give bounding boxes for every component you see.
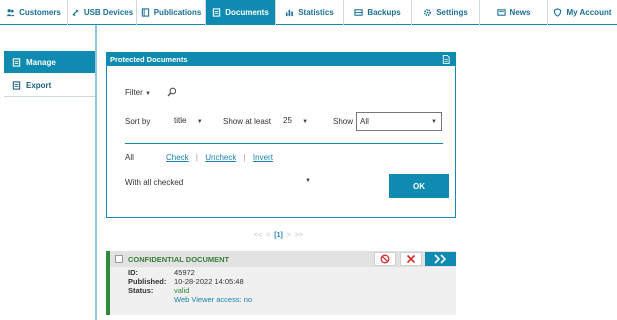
link-separator: |	[195, 153, 198, 162]
pager: << < [1] > >>	[254, 232, 303, 239]
pager-next[interactable]: >	[287, 232, 291, 239]
id-label: ID:	[128, 268, 138, 277]
pager-last[interactable]: >>	[295, 232, 303, 239]
chevron-down-icon: ▼	[431, 118, 437, 125]
tab-label: Customers	[19, 8, 61, 17]
pager-current[interactable]: [1]	[274, 232, 283, 239]
search-button[interactable]	[167, 87, 177, 99]
document-card-header: CONFIDENTIAL DOCUMENT	[110, 251, 456, 267]
usb-icon	[72, 9, 79, 17]
sidebar-item-label: Manage	[26, 57, 56, 67]
double-chevron-right-icon	[433, 254, 446, 264]
block-icon	[380, 254, 390, 264]
status-value: valid	[174, 286, 190, 295]
panel-title: Protected Documents	[110, 55, 188, 64]
show-value: All	[360, 117, 369, 126]
chevron-down-icon: ▼	[302, 119, 309, 125]
sort-by-value: title	[174, 116, 187, 125]
document-checkbox[interactable]	[115, 255, 123, 263]
tab-settings[interactable]: Settings	[412, 0, 480, 25]
search-icon	[167, 87, 177, 97]
tab-statistics[interactable]: Statistics	[276, 0, 344, 25]
tab-label: Statistics	[298, 8, 334, 17]
gear-icon	[424, 8, 432, 17]
tab-usb-devices[interactable]: USB Devices	[68, 0, 137, 25]
open-document-button[interactable]	[425, 252, 456, 266]
bar-chart-icon	[286, 9, 294, 17]
document-icon	[442, 55, 450, 64]
selection-links: Check | Uncheck | Invert	[166, 153, 273, 162]
divider	[125, 143, 443, 144]
show-at-least-select[interactable]: 25 ▼	[283, 116, 308, 125]
ok-button[interactable]: OK	[389, 174, 449, 198]
bulk-action-value: With all checked	[125, 178, 184, 187]
tab-label: News	[509, 8, 531, 17]
check-link[interactable]: Check	[166, 153, 189, 162]
chevron-down-icon: ▼	[196, 119, 203, 125]
tab-label: USB Devices	[83, 8, 134, 17]
close-icon	[406, 254, 416, 264]
chevron-down-icon: ▼	[145, 91, 151, 97]
filter-label: Filter	[125, 88, 143, 97]
sidebar-item-export[interactable]: Export	[4, 75, 95, 97]
bulk-action-select[interactable]: With all checked ▼	[125, 178, 311, 187]
show-at-least-value: 25	[283, 116, 292, 125]
panel-header: Protected Documents	[107, 53, 455, 66]
sort-by-label: Sort by	[125, 117, 151, 126]
suspend-button[interactable]	[374, 252, 396, 266]
chevron-down-icon: ▼	[305, 178, 311, 184]
top-navigation: Customers USB Devices Publications Docum…	[0, 0, 617, 25]
tab-label: Documents	[225, 8, 269, 17]
tab-label: Settings	[436, 8, 468, 17]
shield-icon	[554, 8, 562, 17]
show-at-least-label: Show at least	[223, 117, 272, 126]
document-published-row: Published: 10-28-2022 14:05:48	[128, 277, 244, 286]
manage-document-icon	[12, 57, 21, 67]
sidebar: Manage Export	[0, 25, 97, 320]
show-select[interactable]: All ▼	[356, 112, 442, 131]
tab-my-account[interactable]: My Account	[548, 0, 617, 25]
id-value: 45972	[174, 268, 195, 277]
published-value: 10-28-2022 14:05:48	[174, 277, 244, 286]
backup-icon	[354, 9, 363, 16]
tab-customers[interactable]: Customers	[0, 0, 68, 25]
sort-by-select[interactable]: title ▼	[174, 116, 203, 125]
export-document-icon	[12, 81, 21, 90]
pager-prev[interactable]: <	[266, 232, 270, 239]
tab-label: My Account	[566, 8, 612, 17]
tab-label: Publications	[153, 8, 202, 17]
tab-news[interactable]: News	[480, 0, 548, 25]
document-id-row: ID: 45972	[128, 268, 195, 277]
tab-label: Backups	[367, 8, 401, 17]
document-icon	[213, 8, 221, 17]
sidebar-item-manage[interactable]: Manage	[4, 51, 95, 73]
web-viewer-access: Web Viewer access: no	[174, 295, 253, 304]
document-title: CONFIDENTIAL DOCUMENT	[128, 255, 230, 264]
delete-button[interactable]	[400, 252, 422, 266]
protected-documents-panel: Protected Documents Filter ▼ Sort by tit…	[106, 52, 456, 218]
show-label: Show	[333, 117, 354, 126]
tab-backups[interactable]: Backups	[344, 0, 412, 25]
news-icon	[496, 9, 506, 16]
published-label: Published:	[128, 277, 167, 286]
sidebar-item-label: Export	[26, 81, 52, 90]
filter-dropdown[interactable]: Filter ▼	[125, 88, 151, 97]
uncheck-link[interactable]: Uncheck	[205, 153, 236, 162]
status-label: Status:	[128, 286, 154, 295]
all-label: All	[125, 153, 134, 162]
document-card: CONFIDENTIAL DOCUMENT ID: 45972 Published…	[106, 251, 456, 315]
invert-link[interactable]: Invert	[253, 153, 273, 162]
link-separator: |	[243, 153, 246, 162]
book-icon	[141, 8, 149, 17]
users-icon	[6, 9, 15, 17]
tab-publications[interactable]: Publications	[137, 0, 206, 25]
pager-first[interactable]: <<	[254, 232, 262, 239]
document-status-row: Status: valid	[128, 286, 189, 295]
tab-documents[interactable]: Documents	[206, 0, 276, 25]
